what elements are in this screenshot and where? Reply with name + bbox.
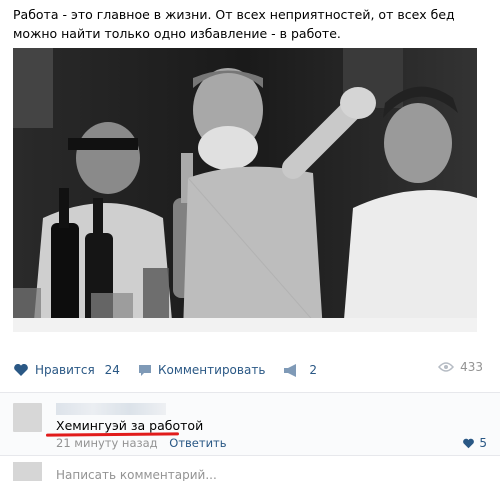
comment-time[interactable]: 21 минуту назад: [56, 436, 158, 450]
heart-icon: [463, 438, 475, 448]
photo-image: [13, 48, 477, 332]
divider: [0, 455, 500, 456]
comment-button[interactable]: Комментировать: [138, 363, 265, 377]
eye-icon: [438, 362, 455, 372]
post-photo[interactable]: [13, 48, 477, 332]
heart-icon: [14, 363, 28, 376]
views-counter: 433: [438, 360, 483, 374]
share-button[interactable]: 2: [283, 363, 317, 377]
comment-icon: [138, 364, 151, 376]
post-text: Работа - это главное в жизни. От всех не…: [13, 7, 455, 41]
comment-label: Комментировать: [157, 363, 266, 377]
reply-link[interactable]: Ответить: [169, 436, 226, 450]
comment-author-blurred[interactable]: [56, 403, 166, 415]
like-label: Нравится: [35, 363, 95, 377]
avatar[interactable]: [13, 403, 42, 432]
comment-like-count: 5: [479, 436, 487, 450]
share-count: 2: [309, 363, 318, 377]
comment-meta: 21 минуту назад Ответить: [56, 436, 227, 450]
comment-input[interactable]: Написать комментарий...: [56, 468, 217, 481]
like-button[interactable]: Нравится 24: [13, 363, 120, 377]
like-count: 24: [104, 363, 120, 377]
comment-text: Хемингуэй за работой: [56, 418, 204, 433]
megaphone-icon: [284, 363, 297, 377]
my-avatar[interactable]: [13, 462, 42, 481]
post-actions: Нравится 24 Комментировать 2 433: [13, 360, 483, 380]
comment-like-button[interactable]: 5: [462, 436, 487, 450]
views-count: 433: [460, 360, 483, 374]
